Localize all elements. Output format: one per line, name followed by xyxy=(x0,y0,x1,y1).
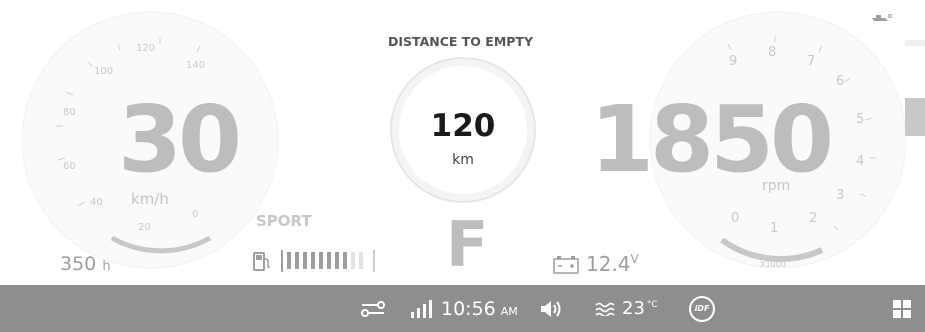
idf-label: iDF xyxy=(694,304,710,313)
water-temp-icon xyxy=(595,285,617,332)
battery-voltage-value: 12.4 xyxy=(586,252,631,276)
speed-value: 30 xyxy=(118,86,242,193)
speed-tick-label: 140 xyxy=(186,60,206,71)
gear-indicator: F xyxy=(446,208,489,281)
speed-unit: km/h xyxy=(131,190,169,208)
speed-tick-label: 20 xyxy=(138,222,151,233)
dte-title: DISTANCE TO EMPTY xyxy=(388,34,534,49)
fuel-segment xyxy=(351,252,355,269)
rpm-tick-label: 2 xyxy=(809,211,818,226)
water-temperature: 23 °C xyxy=(622,285,658,332)
clock: 10:56 AM xyxy=(441,285,518,332)
clock-ampm: AM xyxy=(500,304,518,318)
engine-hours: 350 h xyxy=(60,253,111,275)
battery-voltage-unit: V xyxy=(630,252,639,266)
clock-time: 10:56 xyxy=(441,297,496,320)
drive-mode: SPORT xyxy=(256,212,312,230)
fuel-segment xyxy=(327,252,331,269)
speed-tick-label: 80 xyxy=(63,107,76,118)
speed-tick-label: 60 xyxy=(63,161,76,172)
speed-tick-label: 100 xyxy=(94,66,114,77)
rpm-multiplier: X1000 xyxy=(760,260,786,269)
rpm-tick-label: 7 xyxy=(807,54,816,69)
boat-trim-icon xyxy=(871,8,893,27)
speed-tick-label: 0 xyxy=(192,209,199,220)
apps-grid-icon[interactable] xyxy=(893,285,911,332)
fuel-segment xyxy=(335,252,339,269)
rpm-tick-label: 8 xyxy=(768,45,777,60)
rpm-tick-label: 5 xyxy=(856,112,865,127)
rpm-tick-label: 9 xyxy=(729,54,738,69)
rpm-tick-label: 4 xyxy=(856,154,865,169)
rpm-value: 1850 xyxy=(590,86,834,193)
signal-icon xyxy=(410,285,432,332)
rpm-tick-label: 1 xyxy=(770,221,779,236)
fuel-segment xyxy=(319,252,323,269)
battery-voltage: 12.4V xyxy=(586,252,639,276)
engine-hours-unit: h xyxy=(102,259,111,274)
engine-hours-value: 350 xyxy=(60,253,97,275)
idf-icon[interactable]: iDF xyxy=(689,285,715,332)
fuel-segment xyxy=(287,252,291,269)
battery-icon xyxy=(553,256,579,278)
dte-unit: km xyxy=(452,152,474,168)
dte-value: 120 xyxy=(430,108,496,144)
fuel-segment xyxy=(311,252,315,269)
rpm-tick-label: 6 xyxy=(836,74,845,89)
fuel-segment xyxy=(295,252,299,269)
fuel-segment xyxy=(359,252,363,269)
speed-tick-label: 40 xyxy=(90,197,103,208)
fuel-level-segments xyxy=(281,250,375,272)
rpm-tick-label: 0 xyxy=(731,211,740,226)
connection-icon[interactable] xyxy=(360,285,386,332)
volume-icon[interactable] xyxy=(539,285,563,332)
water-temp-value: 23 xyxy=(622,298,645,319)
fuel-level-bar xyxy=(281,249,375,273)
water-temp-unit: °C xyxy=(646,299,658,310)
fuel-pump-icon xyxy=(252,250,272,276)
status-bar: 10:56 AM 23 °C iDF xyxy=(0,285,925,332)
rpm-unit: rpm xyxy=(762,178,791,194)
rpm-tick-label: 3 xyxy=(836,188,845,203)
fuel-segment xyxy=(343,252,347,269)
speed-tick-label: 120 xyxy=(136,43,156,54)
fuel-segment xyxy=(303,252,307,269)
